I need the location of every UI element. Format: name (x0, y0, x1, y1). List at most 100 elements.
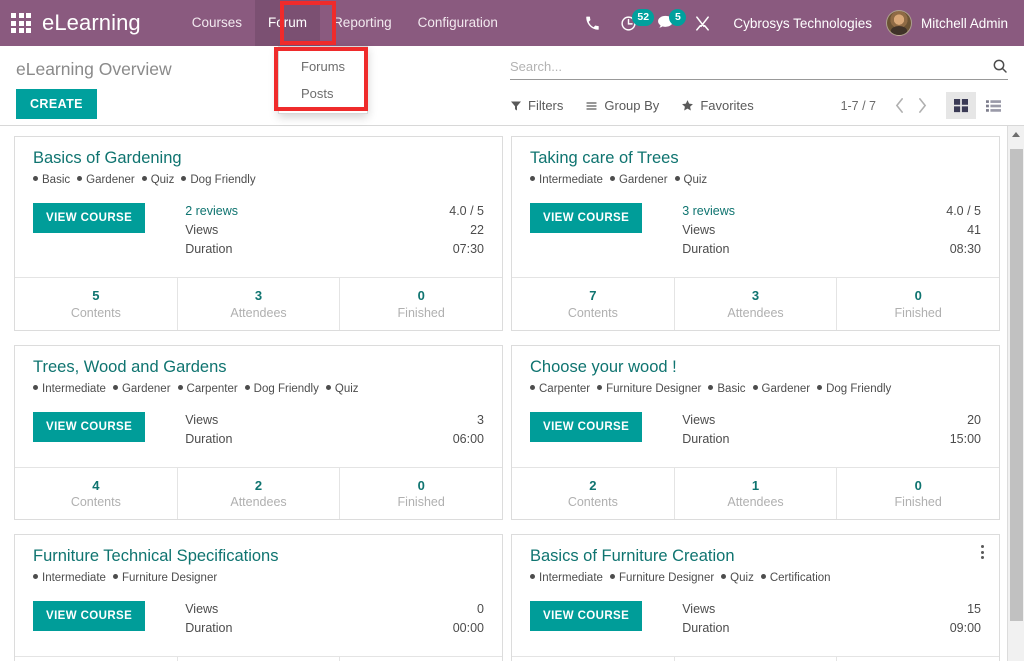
group-by-button[interactable]: Group By (585, 98, 659, 113)
menu-item-courses[interactable]: Courses (179, 0, 255, 46)
user-menu[interactable]: Mitchell Admin (885, 10, 1014, 36)
tools-button[interactable] (684, 0, 721, 46)
app-brand[interactable]: eLearning (42, 10, 141, 36)
finished-stat[interactable]: 0Finished (836, 467, 999, 520)
scrollbar-thumb[interactable] (1010, 149, 1023, 621)
reviews-row: 2 reviews 4.0 / 5 (185, 202, 484, 221)
attendees-stat[interactable]: 2 Attendees (176, 467, 340, 520)
view-course-button[interactable]: VIEW COURSE (530, 411, 643, 442)
course-title[interactable]: Choose your wood ! (530, 358, 983, 377)
reviews-label[interactable]: 2 reviews (185, 202, 238, 221)
finished-stat[interactable]: 0Finished (836, 657, 999, 661)
favorites-button[interactable]: Favorites (681, 98, 754, 113)
course-title[interactable]: Trees, Wood and Gardens (33, 358, 486, 377)
course-card[interactable]: Choose your wood ! Carpenter Furniture Des… (511, 344, 1000, 521)
card-middle: VIEW COURSE 2 reviews 4.0 / 5 Views 22 Durati… (33, 202, 486, 259)
view-course-button[interactable]: VIEW COURSE (33, 601, 146, 632)
attendees-stat[interactable]: 1Attendees (673, 467, 837, 520)
views-row: Views 20 (682, 411, 981, 430)
course-title[interactable]: Furniture Technical Specifications (33, 547, 486, 566)
list-view-button[interactable] (978, 92, 1008, 119)
view-course-button[interactable]: VIEW COURSE (530, 601, 643, 632)
view-course-button[interactable]: VIEW COURSE (33, 411, 146, 442)
duration-row: Duration 15:00 (682, 430, 981, 449)
course-tag: Quiz (730, 572, 754, 585)
views-label: Views (185, 602, 219, 617)
systray: 52 5 (575, 0, 721, 46)
messages-button[interactable]: 5 (647, 0, 687, 46)
contents-stat[interactable]: 0Contents (15, 657, 177, 661)
contents-stat[interactable]: 2 Contents (512, 468, 674, 520)
attendees-stat[interactable]: 1Attendees (673, 657, 837, 661)
views-row: Views 41 (682, 221, 981, 240)
tag-bullet-icon (112, 574, 118, 580)
attendees-stat[interactable]: 3 Attendees (673, 278, 837, 330)
company-switcher[interactable]: Cybrosys Technologies (721, 16, 886, 31)
course-title[interactable]: Taking care of Trees (530, 149, 983, 168)
scroll-up-button[interactable] (1008, 126, 1024, 143)
chevron-left-icon (895, 98, 903, 113)
reviews-label[interactable]: 3 reviews (682, 202, 735, 221)
vertical-dots-icon (980, 550, 984, 554)
vertical-scrollbar[interactable] (1007, 126, 1024, 661)
create-button[interactable]: CREATE (16, 89, 97, 119)
search-icon[interactable] (992, 58, 1008, 74)
finished-stat[interactable]: 0Finished (339, 467, 502, 520)
list-view-icon (985, 99, 1001, 112)
main-menu: Courses Forum Reporting Configuration (179, 0, 511, 46)
filters-button[interactable]: Filters (510, 98, 563, 113)
menu-item-forum[interactable]: Forum (255, 0, 321, 46)
attendees-stat[interactable]: 3 Attendees (176, 278, 340, 330)
finished-stat[interactable]: 0Finished (339, 657, 502, 661)
views-value: 15 (967, 602, 981, 617)
search-input[interactable] (510, 58, 992, 74)
control-panel: eLearning Overview CREATE Filters (0, 46, 1024, 126)
tag-bullet-icon (674, 176, 680, 181)
views-value: 20 (967, 412, 981, 427)
pager-previous-button[interactable] (888, 98, 911, 113)
attendees-label: Attendees (230, 305, 287, 320)
star-icon (682, 100, 694, 111)
course-card[interactable]: Basics of Gardening Basic Gardener Quiz Dog … (14, 136, 503, 331)
course-tag: Quiz (334, 382, 359, 395)
card-footer: 4Contents1Attendees0Finished (512, 656, 999, 661)
finished-stat[interactable]: 0Finished (339, 278, 502, 330)
attendees-label: Attendees (727, 305, 784, 320)
dropdown-item-forums[interactable]: Forums (279, 53, 367, 80)
contents-stat[interactable]: 7 Contents (512, 278, 674, 330)
course-card[interactable]: Furniture Technical Specifications Interm… (14, 534, 503, 661)
attendees-stat[interactable]: 1Attendees (176, 657, 340, 661)
group-by-label: Group By (604, 98, 660, 113)
course-tag: Dog Friendly (190, 174, 256, 186)
tag-bullet-icon (817, 384, 823, 390)
tag-bullet-icon (609, 574, 615, 580)
kanban-view-button[interactable] (946, 92, 976, 119)
pager-next-button[interactable] (911, 98, 934, 113)
view-course-button[interactable]: VIEW COURSE (530, 203, 643, 234)
course-card[interactable]: Taking care of Trees Intermediate Gardener… (511, 136, 1000, 331)
menu-item-configuration[interactable]: Configuration (405, 0, 511, 46)
course-card[interactable]: Trees, Wood and Gardens Intermediate Garde… (14, 344, 503, 521)
course-tag: Intermediate (42, 572, 106, 585)
course-tag: Gardener (618, 174, 668, 186)
view-course-button[interactable]: VIEW COURSE (33, 203, 146, 234)
course-tag: Intermediate (539, 572, 603, 585)
dropdown-item-posts[interactable]: Posts (279, 80, 367, 107)
card-footer: 2 Contents 1 Attendees 0 Finished (512, 466, 999, 520)
menu-item-reporting[interactable]: Reporting (320, 0, 405, 46)
course-card[interactable]: Basics of Furniture Creation Intermediate… (511, 534, 1000, 661)
contents-count: 4 (92, 477, 100, 493)
course-title[interactable]: Basics of Furniture Creation (530, 547, 983, 566)
card-options-menu-button[interactable] (975, 543, 989, 561)
phone-button[interactable] (575, 0, 610, 46)
activities-button[interactable]: 52 (610, 0, 655, 46)
contents-stat[interactable]: 5 Contents (15, 278, 177, 330)
course-title[interactable]: Basics of Gardening (33, 149, 486, 168)
view-switcher (946, 92, 1008, 119)
contents-stat[interactable]: 4Contents (15, 468, 177, 520)
finished-stat[interactable]: 0Finished (836, 278, 999, 330)
search-bar[interactable] (510, 58, 1008, 80)
contents-stat[interactable]: 4Contents (512, 657, 674, 661)
apps-menu-button[interactable] (0, 0, 42, 46)
course-tags: Intermediate Furniture Designer Quiz Certif… (530, 570, 983, 586)
